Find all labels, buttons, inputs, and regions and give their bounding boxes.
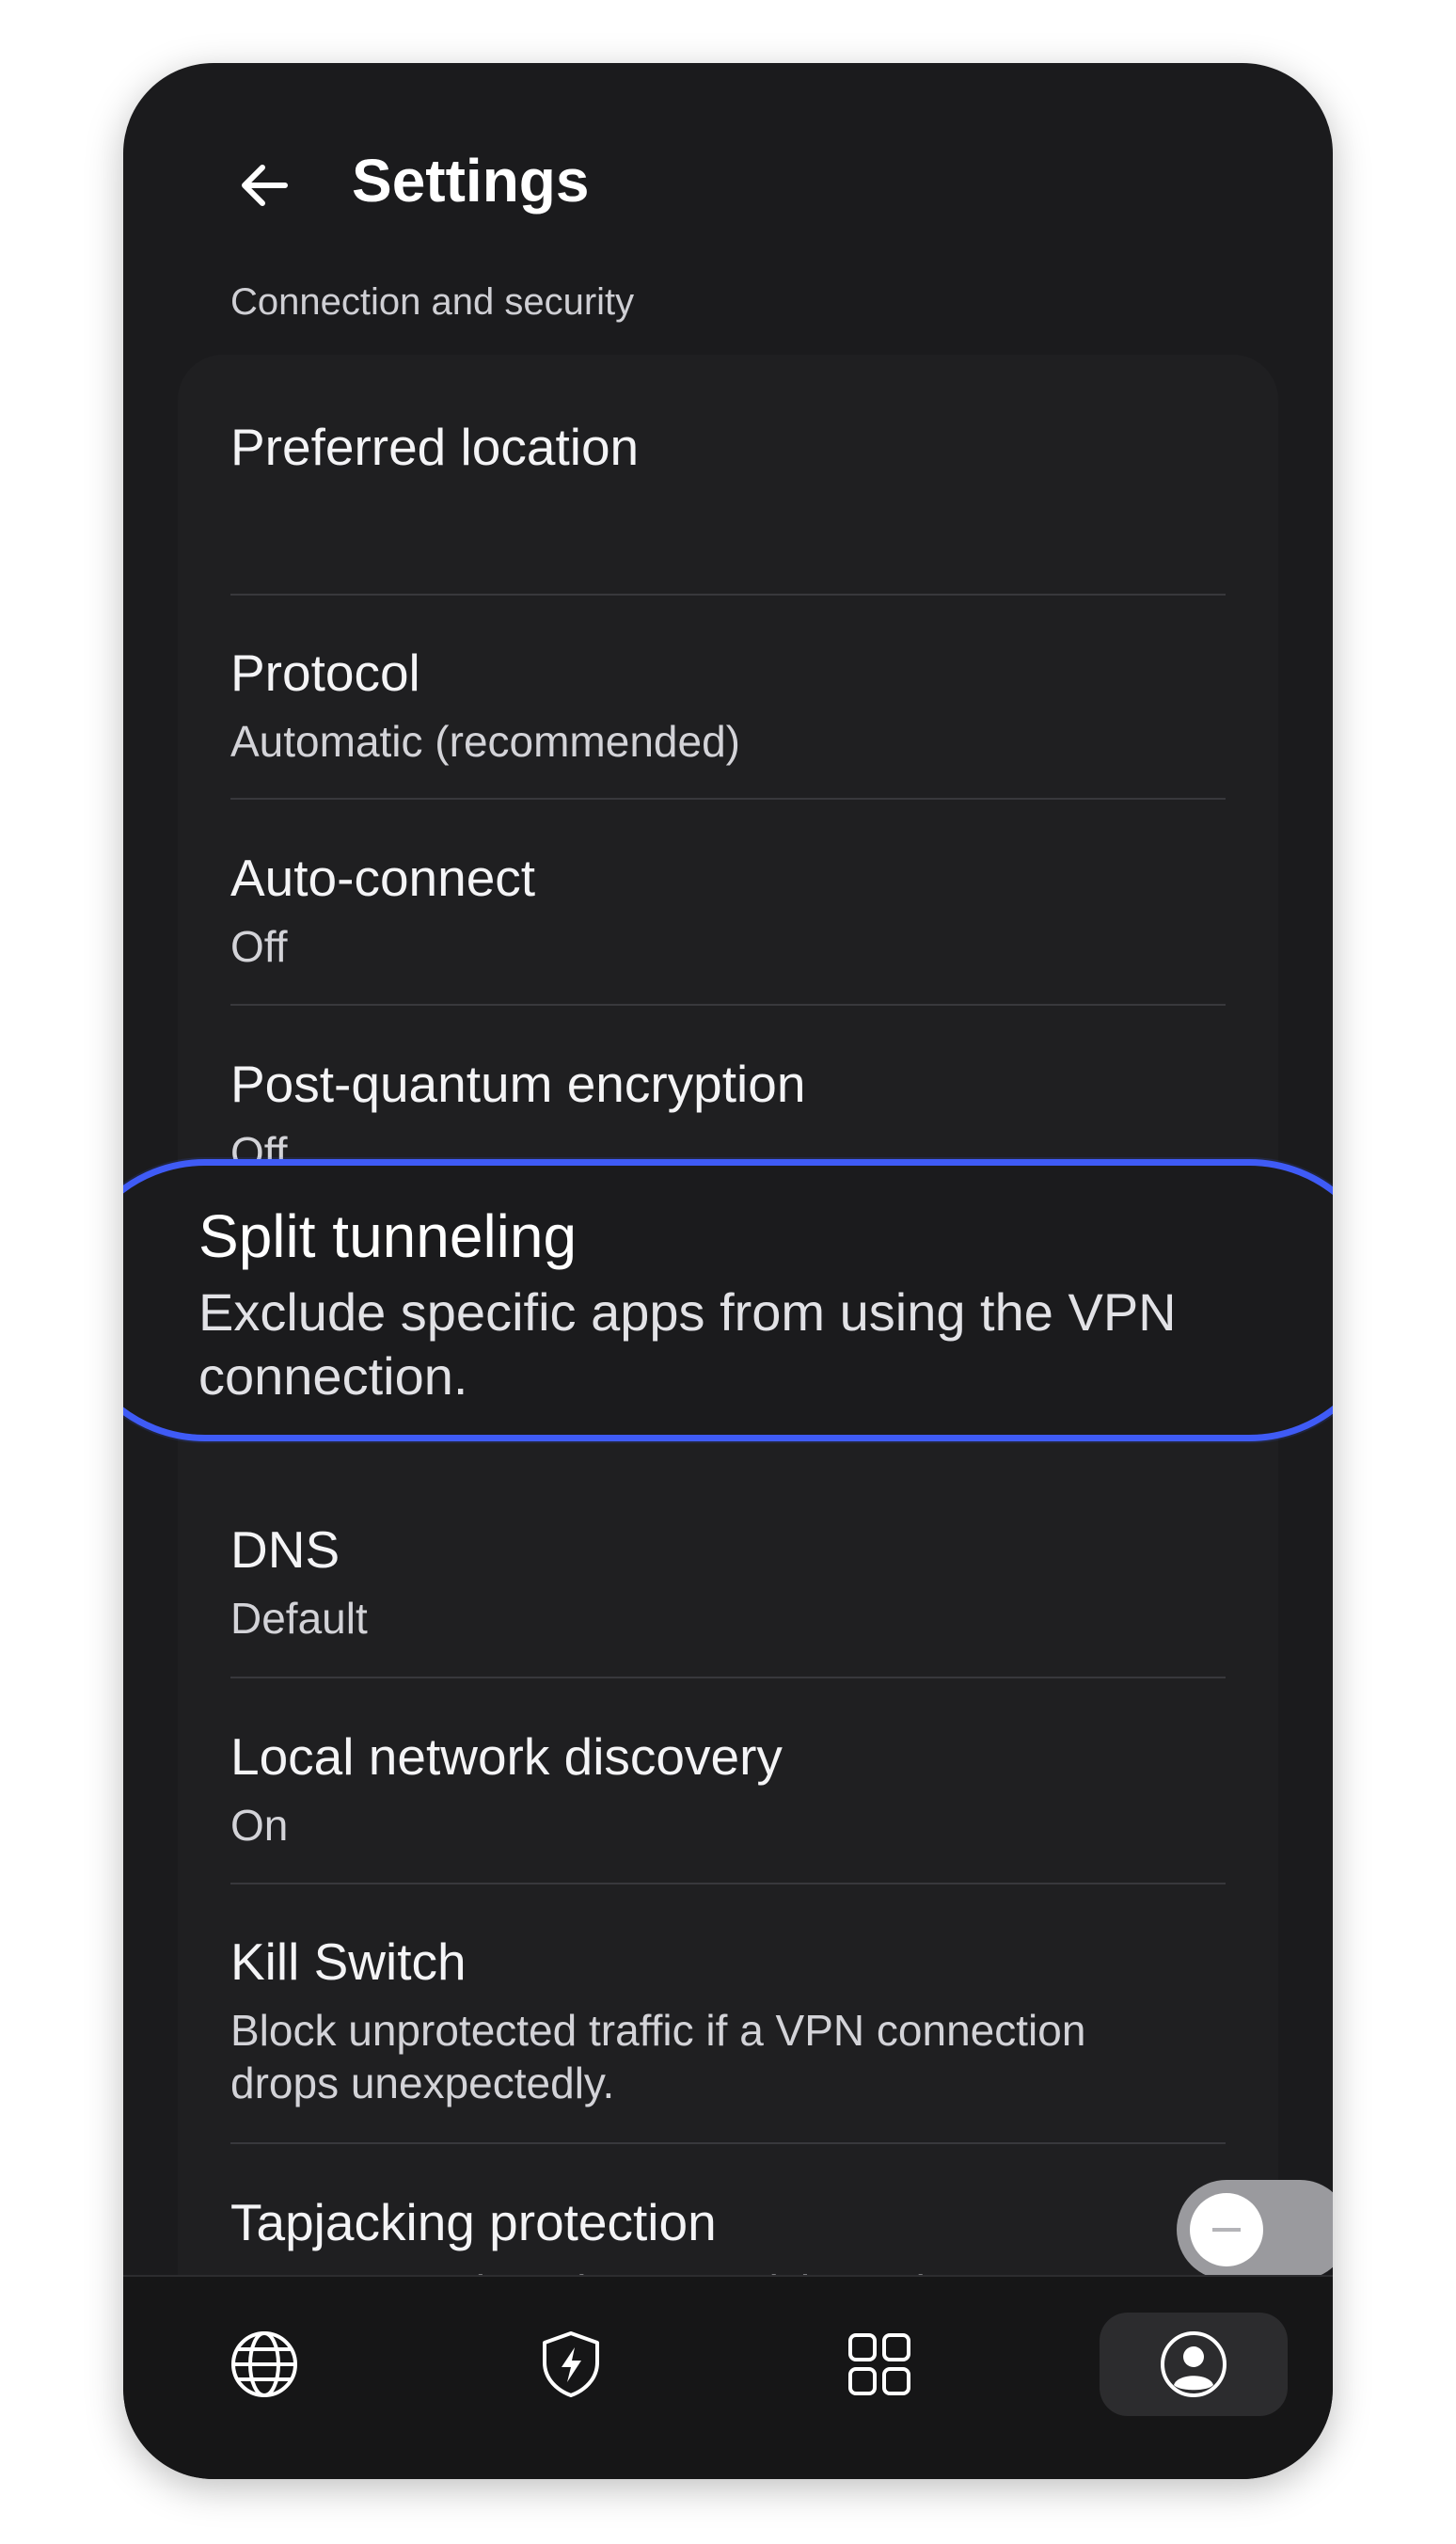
section-label: Connection and security — [230, 281, 635, 323]
header: Settings — [123, 63, 1333, 298]
setting-title: Protocol — [230, 644, 420, 702]
setting-title: Post-quantum encryption — [230, 1055, 806, 1113]
divider — [230, 594, 1226, 596]
setting-split-tunneling[interactable]: Split tunneling Exclude specific apps fr… — [123, 1159, 1333, 1441]
shield-bolt-icon — [543, 2331, 599, 2397]
setting-title: Kill Switch — [230, 1932, 467, 1991]
toggle-knob — [1190, 2193, 1263, 2266]
divider — [230, 1883, 1226, 1884]
setting-title: Local network discovery — [230, 1727, 783, 1786]
tab-protection[interactable] — [477, 2313, 665, 2416]
tab-features[interactable] — [785, 2313, 973, 2416]
page-title: Settings — [352, 147, 590, 215]
tapjacking-toggle[interactable] — [1177, 2180, 1333, 2280]
divider — [230, 2142, 1226, 2144]
setting-kill-switch[interactable]: Kill Switch Block unprotected traffic if… — [230, 1933, 1180, 2109]
setting-title: Auto-connect — [230, 849, 536, 907]
tab-profile[interactable] — [1100, 2313, 1288, 2416]
divider — [230, 798, 1226, 800]
settings-screen: Settings Connection and security Preferr… — [123, 63, 1333, 2479]
setting-auto-connect[interactable]: Auto-connect Off — [230, 850, 1226, 973]
setting-title: Split tunneling — [198, 1202, 578, 1270]
setting-value: Automatic (recommended) — [230, 716, 740, 766]
setting-description: Block unprotected traffic if a VPN conne… — [230, 2005, 1086, 2107]
setting-value: On — [230, 1800, 289, 1850]
setting-title: Preferred location — [230, 418, 640, 476]
setting-title: Tapjacking protection — [230, 2193, 717, 2251]
profile-icon — [1161, 2331, 1227, 2397]
divider — [230, 1004, 1226, 1006]
bottom-tab-bar — [123, 2275, 1333, 2479]
setting-description: Exclude specific apps from using the VPN… — [198, 1282, 1177, 1407]
setting-value: Off — [230, 921, 288, 971]
setting-preferred-location[interactable]: Preferred location — [230, 419, 1226, 476]
back-button[interactable] — [222, 143, 307, 228]
grid-icon — [848, 2333, 910, 2395]
tab-locations[interactable] — [170, 2313, 358, 2416]
setting-value: Default — [230, 1593, 368, 1643]
arrow-left-icon — [242, 165, 288, 206]
divider — [230, 1677, 1226, 1678]
setting-title: DNS — [230, 1520, 340, 1579]
setting-protocol[interactable]: Protocol Automatic (recommended) — [230, 644, 1226, 768]
globe-icon — [231, 2331, 297, 2397]
setting-dns[interactable]: DNS Default — [230, 1521, 1226, 1645]
setting-local-network-discovery[interactable]: Local network discovery On — [230, 1728, 1226, 1852]
